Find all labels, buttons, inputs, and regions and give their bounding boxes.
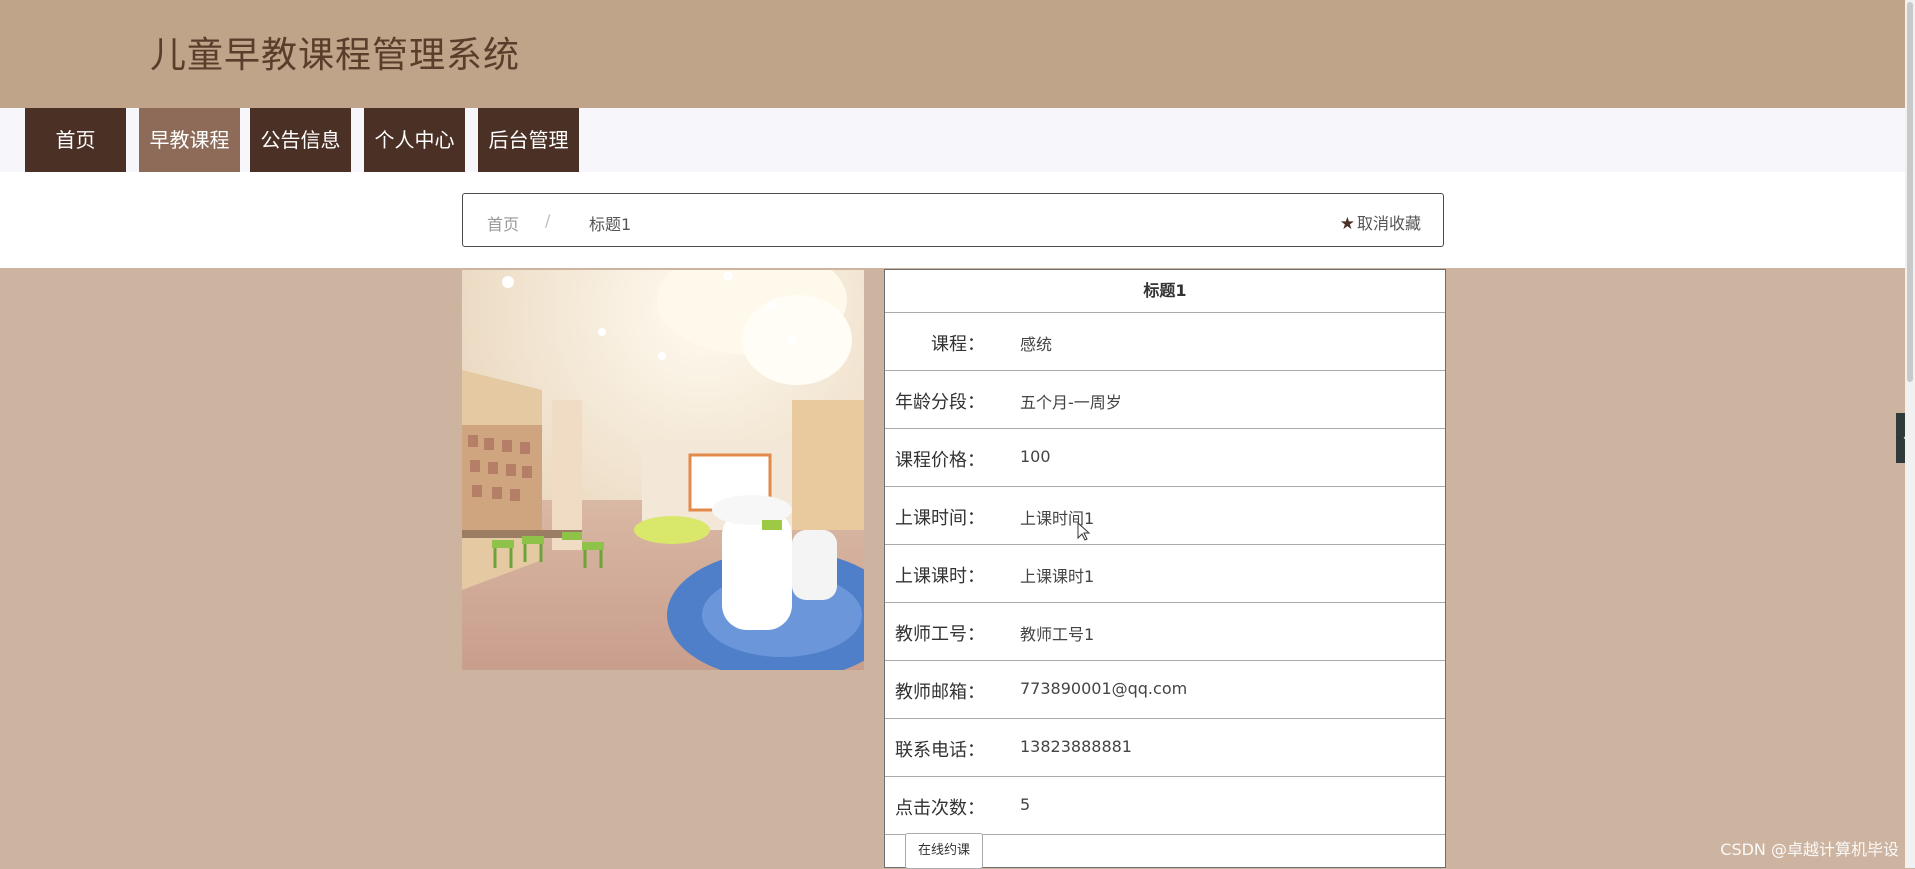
site-header: 儿童早教课程管理系统	[0, 0, 1905, 108]
field-label: 上课课时：	[895, 566, 985, 587]
field-label: 年龄分段：	[895, 392, 985, 413]
detail-row-click-count: 点击次数： 5	[885, 777, 1445, 835]
unfavorite-label: 取消收藏	[1356, 214, 1421, 233]
field-label: 联系电话：	[895, 740, 985, 761]
scrollbar-thumb[interactable]	[1907, 2, 1913, 382]
site-title: 儿童早教课程管理系统	[150, 35, 521, 76]
breadcrumb-current: 标题1	[589, 215, 632, 234]
unfavorite-button[interactable]: ★ 取消收藏	[1340, 210, 1421, 234]
book-online-button[interactable]: 在线约课	[905, 833, 983, 869]
course-image	[462, 270, 864, 670]
field-value: 五个月-一周岁	[1020, 393, 1122, 412]
detail-row-class-time: 上课时间： 上课时间1	[885, 487, 1445, 545]
star-icon: ★	[1339, 214, 1355, 234]
detail-row-phone: 联系电话： 13823888881	[885, 719, 1445, 777]
nav-item-admin[interactable]: 后台管理	[478, 108, 579, 172]
breadcrumb: 首页 / 标题1 ★ 取消收藏	[462, 193, 1444, 247]
breadcrumb-separator: /	[545, 211, 551, 230]
field-label: 上课时间：	[895, 508, 985, 529]
field-label: 点击次数：	[895, 798, 985, 819]
field-label: 教师邮箱：	[895, 682, 985, 703]
field-value: 773890001@qq.com	[1020, 679, 1188, 698]
detail-row-teacher-email: 教师邮箱： 773890001@qq.com	[885, 661, 1445, 719]
detail-row-class-hours: 上课课时： 上课课时1	[885, 545, 1445, 603]
field-label: 课程：	[931, 334, 985, 355]
watermark: CSDN @卓越计算机毕设	[1720, 840, 1899, 859]
field-value: 教师工号1	[1020, 625, 1095, 644]
detail-row-age-range: 年龄分段： 五个月-一周岁	[885, 371, 1445, 429]
nav-item-home[interactable]: 首页	[25, 108, 126, 172]
detail-row-teacher-id: 教师工号： 教师工号1	[885, 603, 1445, 661]
field-value: 100	[1020, 447, 1051, 466]
field-value: 感统	[1020, 335, 1053, 354]
field-value: 上课课时1	[1020, 567, 1095, 586]
field-value: 5	[1020, 795, 1031, 814]
field-label: 教师工号：	[895, 624, 985, 645]
detail-title: 标题1	[885, 270, 1445, 313]
nav-item-profile[interactable]: 个人中心	[364, 108, 465, 172]
main-nav: 首页 早教课程 公告信息 个人中心 后台管理	[0, 108, 1905, 172]
nav-item-announcements[interactable]: 公告信息	[250, 108, 351, 172]
breadcrumb-home-link[interactable]: 首页	[487, 211, 519, 235]
detail-row-price: 课程价格： 100	[885, 429, 1445, 487]
detail-row-course: 课程： 感统	[885, 313, 1445, 371]
nav-item-courses[interactable]: 早教课程	[139, 108, 240, 172]
field-label: 课程价格：	[895, 450, 985, 471]
field-value: 13823888881	[1020, 737, 1132, 756]
course-detail-panel: 标题1 课程： 感统 年龄分段： 五个月-一周岁 课程价格： 100 上课时间：…	[884, 269, 1446, 869]
mouse-cursor-icon	[1077, 522, 1091, 541]
